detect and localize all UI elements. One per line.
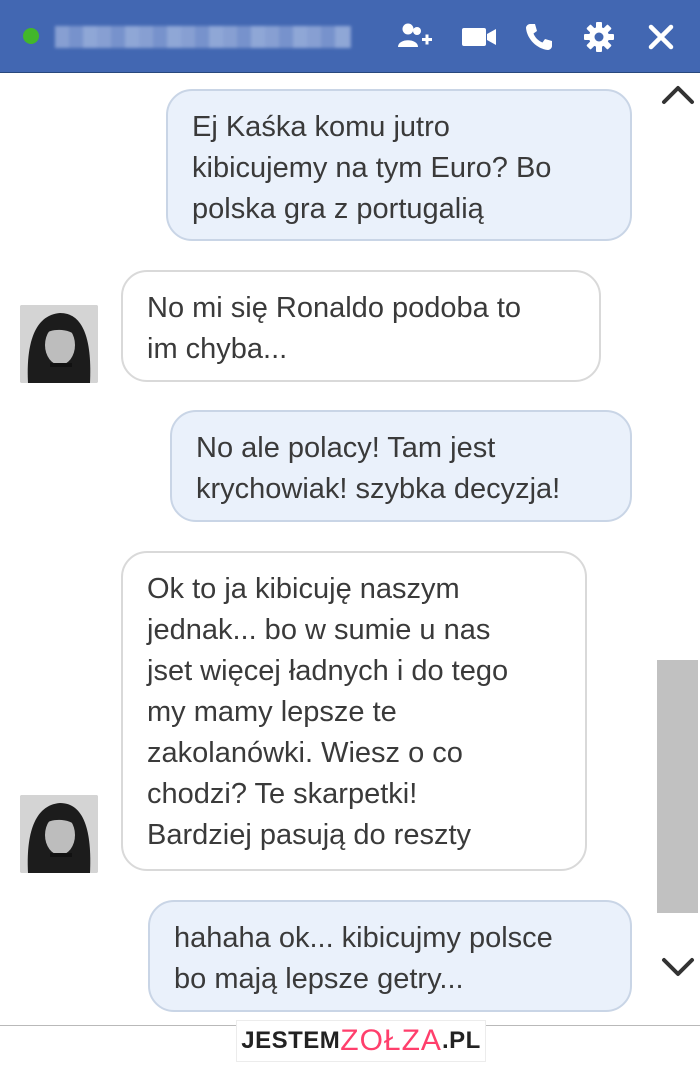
avatar[interactable]	[20, 305, 98, 383]
message-bubble-incoming[interactable]: No mi się Ronaldo podoba to im chyba...	[121, 270, 601, 382]
close-icon[interactable]	[642, 18, 680, 56]
message-bubble-outgoing[interactable]: hahaha ok... kibicujmy polsce bo mają le…	[148, 900, 632, 1012]
watermark-part-1: JESTEM	[241, 1027, 341, 1054]
video-call-icon[interactable]	[460, 18, 498, 56]
watermark-part-2: ZOŁZA	[340, 1024, 442, 1057]
add-people-icon[interactable]	[396, 18, 434, 56]
avatar[interactable]	[20, 795, 98, 873]
message-bubble-incoming[interactable]: Ok to ja kibicuję naszym jednak... bo w …	[121, 551, 587, 871]
message-text: No mi się Ronaldo podoba to im chyba...	[147, 292, 522, 365]
message-bubble-outgoing[interactable]: Ej Kaśka komu jutro kibicujemy na tym Eu…	[166, 89, 632, 241]
message-text: Ok to ja kibicuję naszym jednak... bo w …	[147, 573, 509, 851]
chat-window: Ej Kaśka komu jutro kibicujemy na tym Eu…	[0, 0, 700, 1025]
scrollbar-thumb[interactable]	[657, 660, 698, 913]
watermark-logo: JESTEM ZOŁZA .PL	[236, 1020, 486, 1062]
contact-name-redacted[interactable]	[55, 26, 351, 48]
chat-titlebar	[0, 0, 700, 73]
gear-icon[interactable]	[580, 18, 618, 56]
online-status-indicator	[23, 28, 39, 44]
message-text: No ale polacy! Tam jest krychowiak! szyb…	[196, 432, 561, 505]
scroll-down-chevron-icon[interactable]	[660, 950, 696, 986]
message-text: hahaha ok... kibicujmy polsce bo mają le…	[174, 922, 553, 995]
message-bubble-outgoing[interactable]: No ale polacy! Tam jest krychowiak! szyb…	[170, 410, 632, 522]
message-text: Ej Kaśka komu jutro kibicujemy na tym Eu…	[192, 111, 552, 225]
watermark-part-3: .PL	[441, 1027, 481, 1054]
scroll-up-chevron-icon[interactable]	[660, 76, 696, 112]
phone-icon[interactable]	[520, 18, 558, 56]
